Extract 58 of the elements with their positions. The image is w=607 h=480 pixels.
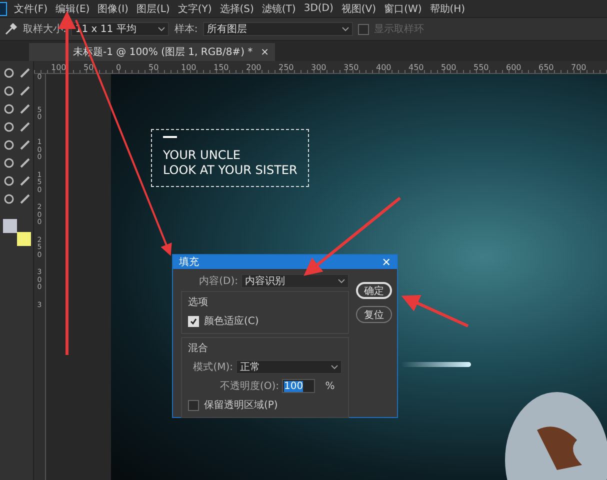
tool-icon[interactable]	[18, 139, 30, 151]
tool-icon[interactable]	[18, 103, 30, 115]
tool-icon[interactable]	[18, 85, 30, 97]
tool-icon[interactable]	[18, 67, 30, 79]
menu-item[interactable]: 编辑(E)	[54, 2, 91, 16]
menu-item[interactable]: 文字(Y)	[176, 2, 213, 16]
dialog-button[interactable]: 复位	[356, 306, 392, 323]
sample-dropdown[interactable]: 所有图层	[202, 22, 353, 36]
content-dropdown[interactable]: 内容识别	[241, 274, 349, 288]
tool-icon[interactable]	[18, 193, 30, 205]
tool-icon[interactable]	[2, 121, 14, 133]
caret-icon	[342, 26, 349, 32]
checkbox-label: 保留透明区域(P)	[204, 398, 278, 412]
menu-item[interactable]: 图层(L)	[135, 2, 171, 16]
mode-label: 模式(M):	[193, 360, 233, 374]
menu-item[interactable]: 滤镜(T)	[260, 2, 297, 16]
tool-icon[interactable]	[18, 175, 30, 187]
opacity-input[interactable]: 100	[282, 379, 315, 393]
tool-icon[interactable]	[2, 67, 14, 79]
dialog-button[interactable]: 确定	[356, 282, 392, 299]
background-color-swatch[interactable]	[16, 232, 30, 246]
tool-icon[interactable]	[2, 103, 14, 115]
content-label: 内容(D):	[199, 274, 238, 288]
eyedropper-icon[interactable]	[4, 22, 18, 36]
menu-item[interactable]: 窗口(W)	[383, 2, 423, 16]
dialog-title: 填充	[179, 256, 199, 269]
checkbox[interactable]	[188, 400, 199, 410]
mode-dropdown[interactable]: 正常	[236, 360, 342, 374]
tool-icon[interactable]	[2, 85, 14, 97]
canvas-text: YOUR UNCLE	[163, 148, 242, 163]
menu-item[interactable]: 视图(V)	[340, 2, 378, 16]
horizontal-ruler: 100 50 0 50 100 150 200 250 300 350 400 450 500 550 600 650 700	[34, 61, 607, 74]
tool-icon[interactable]	[18, 121, 30, 133]
percent-unit: %	[324, 380, 336, 392]
tool-icon[interactable]	[2, 157, 14, 169]
group-title: 混合	[188, 342, 209, 355]
foreground-color-swatch[interactable]	[2, 219, 16, 233]
group-title: 选项	[188, 296, 209, 309]
tool-icon[interactable]	[2, 139, 14, 151]
sample-label: 样本:	[174, 22, 198, 36]
caret-icon	[331, 364, 338, 370]
canvas-text: LOOK AT YOUR SISTER	[163, 163, 298, 178]
tool-icon[interactable]	[2, 193, 14, 205]
menu-item[interactable]: 图像(I)	[96, 2, 130, 16]
opacity-label: 不透明度(O):	[220, 380, 279, 393]
checkbox-label: 颜色适应(C)	[204, 314, 259, 328]
close-button[interactable]: ✕	[382, 256, 391, 268]
light-streak-drawing	[401, 362, 471, 367]
tool-icon[interactable]	[2, 175, 14, 187]
app-logo-icon	[0, 2, 7, 16]
arrow-annotation	[401, 295, 469, 328]
caret-icon	[338, 278, 345, 284]
caret-icon	[158, 26, 166, 32]
menu-item[interactable]: 选择(S)	[218, 2, 255, 16]
tool-icon[interactable]	[18, 157, 30, 169]
menu-item[interactable]: 文件(F)	[13, 2, 49, 16]
menu-item[interactable]: 3D(D)	[302, 3, 334, 14]
menu-item[interactable]: 帮助(H)	[428, 2, 466, 16]
